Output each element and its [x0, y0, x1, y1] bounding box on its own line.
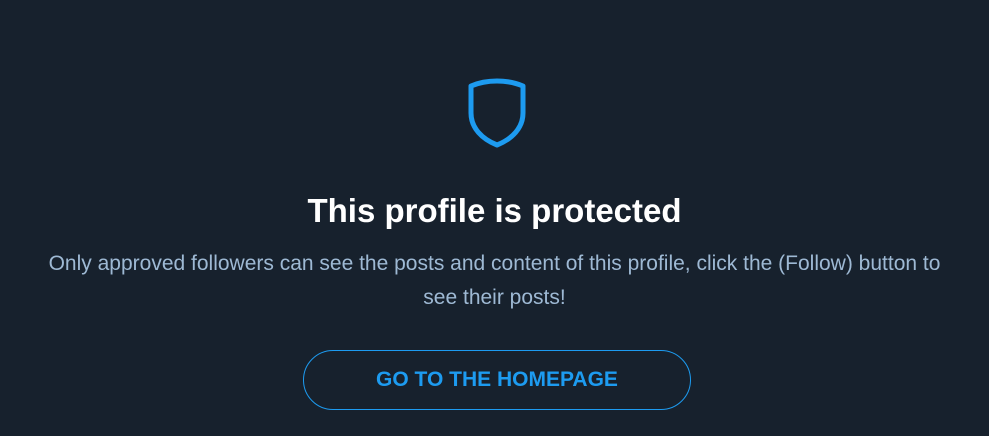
protected-message: Only approved followers can see the post… — [48, 252, 941, 309]
protected-profile-page: This profile is protected Only approved … — [0, 0, 989, 436]
page-title: This profile is protected — [307, 192, 682, 229]
shield-icon — [466, 77, 528, 149]
go-to-homepage-button[interactable]: GO TO THE HOMEPAGE — [303, 350, 691, 410]
